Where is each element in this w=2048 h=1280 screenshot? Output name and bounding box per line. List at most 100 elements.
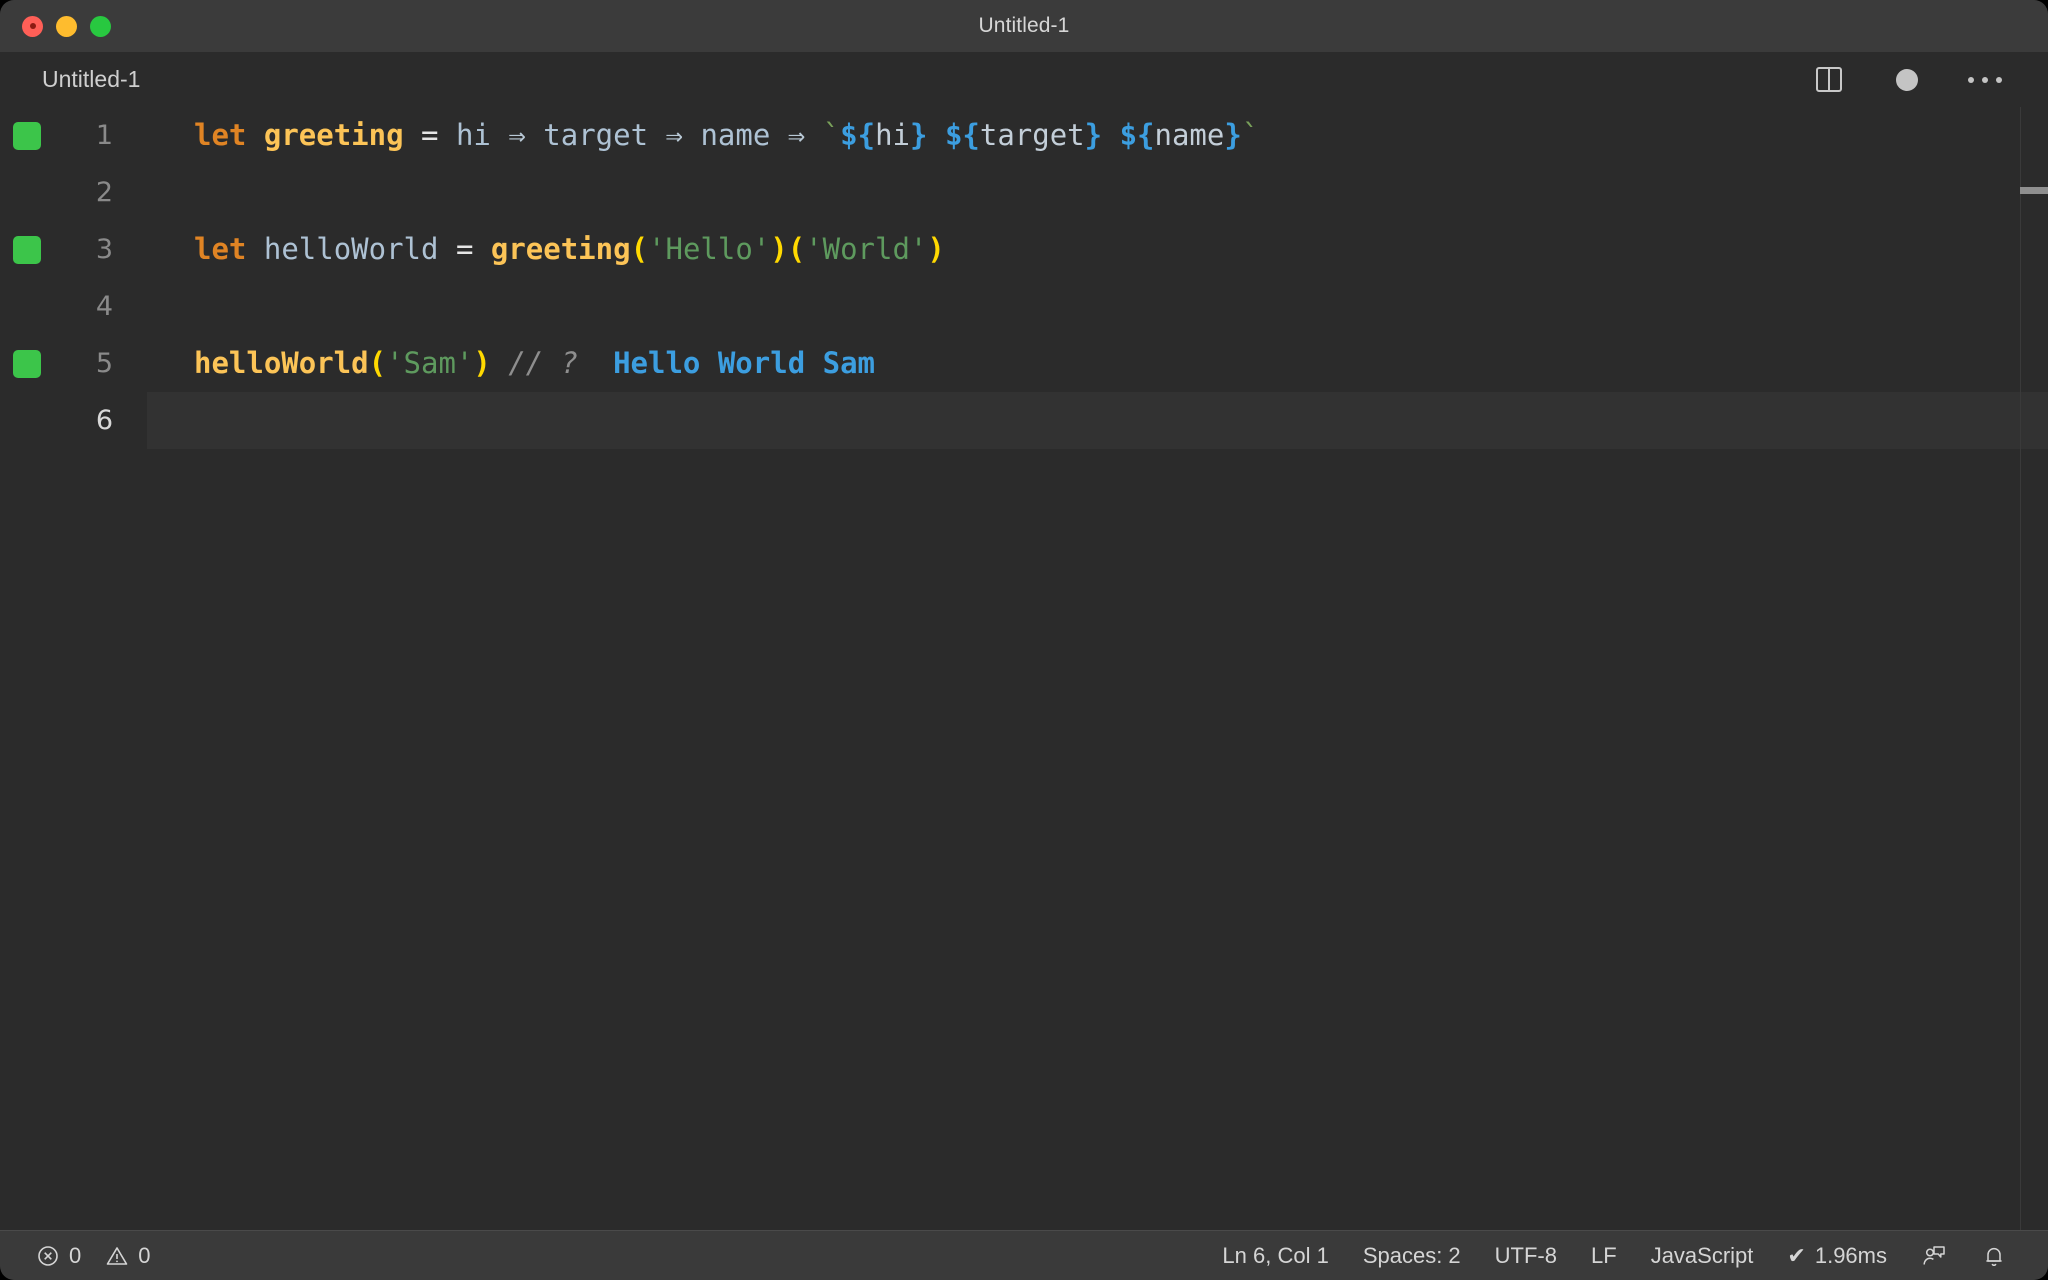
notifications-button[interactable] [1964, 1231, 2024, 1280]
line-number: 2 [95, 177, 113, 208]
code-token: ) [927, 232, 945, 266]
code-token: ( [630, 232, 649, 266]
file-encoding[interactable]: UTF-8 [1478, 1231, 1574, 1280]
feedback-button[interactable] [1904, 1231, 1964, 1280]
line-number: 1 [95, 120, 113, 151]
code-token: ` [822, 118, 841, 152]
code-line[interactable]: 6 [0, 392, 2048, 449]
code-token: hi [455, 118, 491, 152]
split-editor-button[interactable] [1812, 63, 1846, 97]
code-token: let [194, 232, 247, 266]
code-token: greeting [490, 232, 631, 266]
overview-ruler-divider [2020, 107, 2021, 1230]
code-editor[interactable]: 1 let greeting = hi ⇒ target ⇒ name ⇒ `${… [0, 107, 2048, 1230]
code-token: ${ [1119, 118, 1155, 152]
more-actions-icon [1968, 76, 2002, 83]
line-number: 3 [95, 234, 113, 265]
warning-count: 0 [138, 1242, 151, 1268]
code-token: ⇒ [787, 118, 806, 152]
code-lines[interactable]: 1 let greeting = hi ⇒ target ⇒ name ⇒ `${… [0, 107, 2048, 449]
editor-actions [1812, 63, 2002, 97]
close-window-button[interactable] [22, 15, 43, 37]
code-token: hi [875, 118, 911, 152]
tab-untitled-1[interactable]: Untitled-1 [0, 52, 167, 107]
code-token: } [1224, 118, 1242, 152]
code-token: target [543, 118, 649, 152]
code-token: = [455, 232, 474, 266]
code-token: } [1084, 118, 1103, 152]
code-token: 'Sam' [386, 346, 474, 380]
code-token: ${ [840, 118, 876, 152]
line-number: 6 [95, 405, 113, 436]
code-token: ) [473, 346, 491, 380]
traffic-lights [22, 15, 111, 37]
code-text: let helloWorld = greeting('Hello')('Worl… [147, 221, 945, 278]
code-token: = [421, 118, 439, 152]
maximize-window-button[interactable] [90, 15, 111, 37]
tab-label: Untitled-1 [42, 66, 141, 92]
more-actions-button[interactable] [1968, 63, 2002, 97]
code-token: name [700, 118, 771, 152]
notifications-bell-icon [1981, 1243, 2007, 1269]
status-bar-right: Ln 6, Col 1 Spaces: 2 UTF-8 LF JavaScrip… [1205, 1231, 2024, 1280]
unsaved-indicator[interactable] [1890, 63, 1924, 97]
code-token: let [194, 118, 247, 152]
status-bar-left: 0 0 [24, 1231, 163, 1280]
indentation-setting[interactable]: Spaces: 2 [1346, 1231, 1478, 1280]
end-of-line-sequence[interactable]: LF [1574, 1231, 1634, 1280]
code-line[interactable]: 3 let helloWorld = greeting('Hello')('Wor… [0, 221, 2048, 278]
code-text: let greeting = hi ⇒ target ⇒ name ⇒ `${h… [147, 107, 1259, 164]
minimize-window-button[interactable] [56, 15, 77, 37]
cursor-position[interactable]: Ln 6, Col 1 [1205, 1231, 1345, 1280]
code-token: ⇒ [665, 118, 683, 152]
tab-bar: Untitled-1 [0, 52, 2048, 107]
code-token: ⇒ [508, 118, 526, 152]
code-line[interactable]: 4 [0, 278, 2048, 335]
line-number: 5 [95, 348, 113, 379]
code-token: Hello World Sam [613, 346, 875, 380]
editor-scrollbar[interactable] [2020, 107, 2048, 1230]
language-mode[interactable]: JavaScript [1634, 1231, 1771, 1280]
code-token: // ? [508, 346, 579, 380]
code-token: name [1154, 118, 1225, 152]
runtime-check-icon: ✔ [1787, 1242, 1806, 1268]
status-bar: 0 0 Ln 6, Col 1 Spaces: 2 UTF-8 LF JavaS… [0, 1230, 2048, 1280]
title-bar: Untitled-1 [0, 0, 2048, 52]
problems-warnings[interactable]: 0 [93, 1231, 162, 1280]
code-token: target [979, 118, 1085, 152]
person-feedback-icon [1921, 1243, 1947, 1269]
unsaved-dot-icon [1896, 68, 1918, 91]
window-title: Untitled-1 [978, 14, 1070, 37]
code-line[interactable]: 5 helloWorld('Sam') // ? Hello World Sam [0, 335, 2048, 392]
error-circle-icon [36, 1244, 60, 1268]
code-token: 'World' [805, 232, 928, 266]
line-number: 4 [95, 291, 113, 322]
split-editor-icon [1816, 67, 1842, 92]
current-line-highlight [147, 392, 2048, 449]
code-token: helloWorld [263, 232, 439, 266]
code-token: } [910, 118, 928, 152]
quokka-runtime[interactable]: ✔ 1.96ms [1770, 1231, 1904, 1280]
code-line[interactable]: 2 [0, 164, 2048, 221]
code-line[interactable]: 1 let greeting = hi ⇒ target ⇒ name ⇒ `${… [0, 107, 2048, 164]
code-token: )( [770, 232, 806, 266]
code-token: ` [1241, 118, 1260, 152]
problems-errors[interactable]: 0 [24, 1231, 93, 1280]
code-token: 'Hello' [648, 232, 771, 266]
code-token: ${ [944, 118, 980, 152]
warning-triangle-icon [105, 1244, 129, 1268]
code-token: greeting [263, 118, 404, 152]
